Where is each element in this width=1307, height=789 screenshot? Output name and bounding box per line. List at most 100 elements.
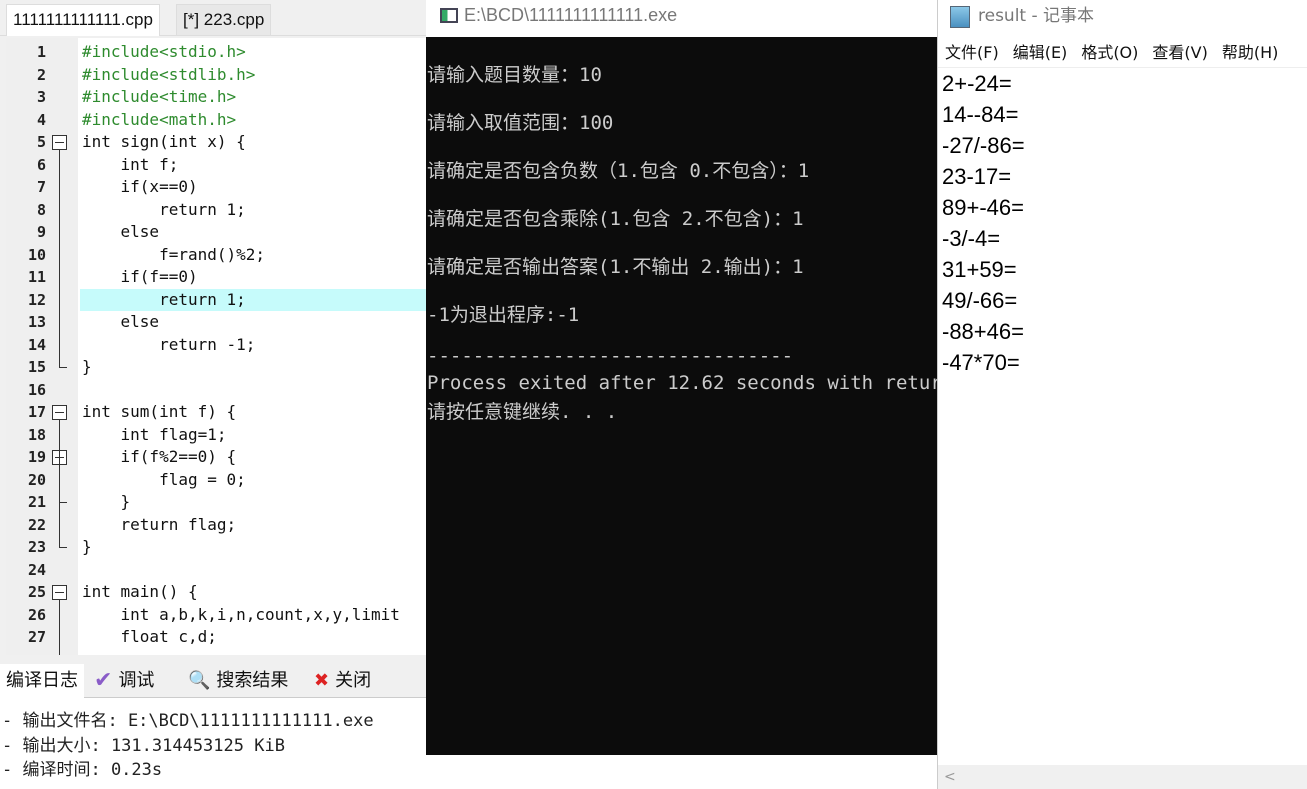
text-line: -88+46= (942, 319, 1024, 344)
line-number: 6 (36, 156, 46, 174)
tab-label: 编译日志 (6, 670, 78, 691)
code-text: #include<stdio.h> (82, 42, 246, 61)
code-line: 18 int flag=1; (6, 424, 426, 446)
fold-toggle-icon[interactable] (52, 405, 67, 420)
bottom-tabs: 编译日志 ✔ 调试 🔍 搜索结果 ✖ 关闭 (0, 662, 426, 698)
console-separator: -------------------------------- (427, 345, 794, 367)
code-line: 17 int sum(int f) { (6, 401, 426, 423)
code-line: 14 return -1; (6, 334, 426, 356)
tab-label: 关闭 (335, 670, 372, 691)
code-text: int f; (82, 155, 179, 174)
menu-format[interactable]: 格式(O) (1081, 37, 1138, 67)
fold-end (59, 547, 67, 548)
code-line: 15} (6, 356, 426, 378)
code-text: return 1; (80, 289, 426, 311)
console-line: 请确定是否包含乘除(1.包含 2.不包含)：1 (427, 208, 804, 230)
console-line: 请确定是否输出答案(1.不输出 2.输出)：1 (427, 256, 804, 278)
line-number: 14 (27, 336, 46, 354)
menu-edit[interactable]: 编辑(E) (1013, 37, 1068, 67)
text-line: 89+-46= (942, 195, 1024, 220)
fold-end (59, 502, 67, 503)
code-line: 22 return flag; (6, 514, 426, 536)
line-number: 4 (36, 111, 46, 129)
code-text: #include<time.h> (82, 87, 237, 106)
notepad-title: result - 记事本 (938, 0, 1307, 37)
console-window[interactable]: E:\BCD\1111111111111.exe 请输入题目数量：10 请输入取… (426, 0, 937, 755)
notepad-window: result - 记事本 文件(F) 编辑(E) 格式(O) 查看(V) 帮助(… (937, 0, 1307, 789)
line-number: 23 (27, 538, 46, 556)
fold-toggle-icon[interactable] (52, 585, 67, 600)
code-line: 11 if(f==0) (6, 266, 426, 288)
code-line: 24 (6, 559, 426, 581)
code-line: 16 (6, 379, 426, 401)
text-line: -3/-4= (942, 226, 1001, 251)
console-line: 请输入题目数量：10 (427, 64, 602, 86)
code-text: else (82, 222, 160, 241)
line-number: 11 (27, 268, 46, 286)
tab-debug[interactable]: ✔ 调试 (94, 664, 154, 698)
editor-tabs: 1111111111111.cpp [*] 223.cpp (0, 0, 426, 36)
log-line: - 输出文件名: E:\BCD\1111111111111.exe (2, 711, 374, 731)
menu-file[interactable]: 文件(F) (945, 37, 999, 67)
code-line: 3 #include<time.h> (6, 86, 426, 108)
text-line: 23-17= (942, 164, 1012, 189)
menu-help[interactable]: 帮助(H) (1222, 37, 1279, 67)
line-number: 1 (36, 43, 46, 61)
code-text: } (82, 357, 92, 376)
close-icon: ✖ (314, 670, 330, 691)
code-text: return 1; (82, 200, 246, 219)
code-text: if(x==0) (82, 177, 198, 196)
console-press-key: 请按任意键继续. . . (427, 401, 618, 423)
log-line: - 输出大小: 131.314453125 KiB (2, 736, 285, 756)
code-text: float c,d; (82, 627, 217, 646)
line-number: 21 (27, 493, 46, 511)
code-line: 26 int a,b,k,i,n,count,x,y,limit (6, 604, 426, 626)
horizontal-scrollbar[interactable]: < (938, 765, 1307, 789)
tab-label: 调试 (118, 670, 155, 691)
code-text: int flag=1; (82, 425, 227, 444)
line-number: 20 (27, 471, 46, 489)
code-line: 10 f=rand()%2; (6, 244, 426, 266)
tab-223-cpp[interactable]: [*] 223.cpp (176, 4, 272, 36)
tab-close[interactable]: ✖ 关闭 (314, 664, 371, 698)
line-number: 9 (36, 223, 46, 241)
console-line: -1为退出程序:-1 (427, 304, 580, 326)
code-editor[interactable]: 1 #include<stdio.h> 2 #include<stdlib.h> 3 #i… (6, 38, 426, 655)
line-number: 25 (27, 583, 46, 601)
tab-compile-log[interactable]: 编译日志 (0, 664, 84, 698)
text-line: 14--84= (942, 102, 1019, 127)
line-number: 12 (27, 291, 46, 309)
ide-window: 1111111111111.cpp [*] 223.cpp 1 #include<… (0, 0, 426, 789)
check-icon: ✔ (94, 668, 113, 693)
code-text: else (82, 312, 160, 331)
compile-log: - 输出文件名: E:\BCD\1111111111111.exe - 输出大小… (0, 698, 426, 789)
text-line: -47*70= (942, 350, 1020, 375)
menu-view[interactable]: 查看(V) (1152, 37, 1207, 67)
line-number: 2 (36, 66, 46, 84)
code-text: return flag; (82, 515, 237, 534)
code-text: flag = 0; (82, 470, 246, 489)
code-line: 4 #include<math.h> (6, 109, 426, 131)
line-number: 18 (27, 426, 46, 444)
tab-search-results[interactable]: 🔍 搜索结果 (188, 664, 288, 698)
tab-label: 搜索结果 (216, 670, 289, 691)
code-line: 12 return 1; (6, 289, 426, 311)
code-text: } (82, 537, 92, 556)
line-number: 19 (27, 448, 46, 466)
scroll-left-icon[interactable]: < (944, 769, 956, 785)
line-number: 26 (27, 606, 46, 624)
code-text: return -1; (82, 335, 256, 354)
line-number: 8 (36, 201, 46, 219)
code-text: #include<math.h> (82, 110, 237, 129)
code-line: 9 else (6, 221, 426, 243)
code-line: 23} (6, 536, 426, 558)
line-number: 15 (27, 358, 46, 376)
console-line: 请输入取值范围：100 (427, 112, 614, 134)
fold-toggle-icon[interactable] (52, 135, 67, 150)
tab-1111111111111-cpp[interactable]: 1111111111111.cpp (6, 4, 160, 36)
code-line: 27 float c,d; (6, 626, 426, 648)
code-line: 2 #include<stdlib.h> (6, 64, 426, 86)
console-line: 请确定是否包含负数（1.包含 0.不包含）：1 (427, 160, 810, 182)
code-text: } (82, 492, 131, 511)
line-number: 16 (27, 381, 46, 399)
